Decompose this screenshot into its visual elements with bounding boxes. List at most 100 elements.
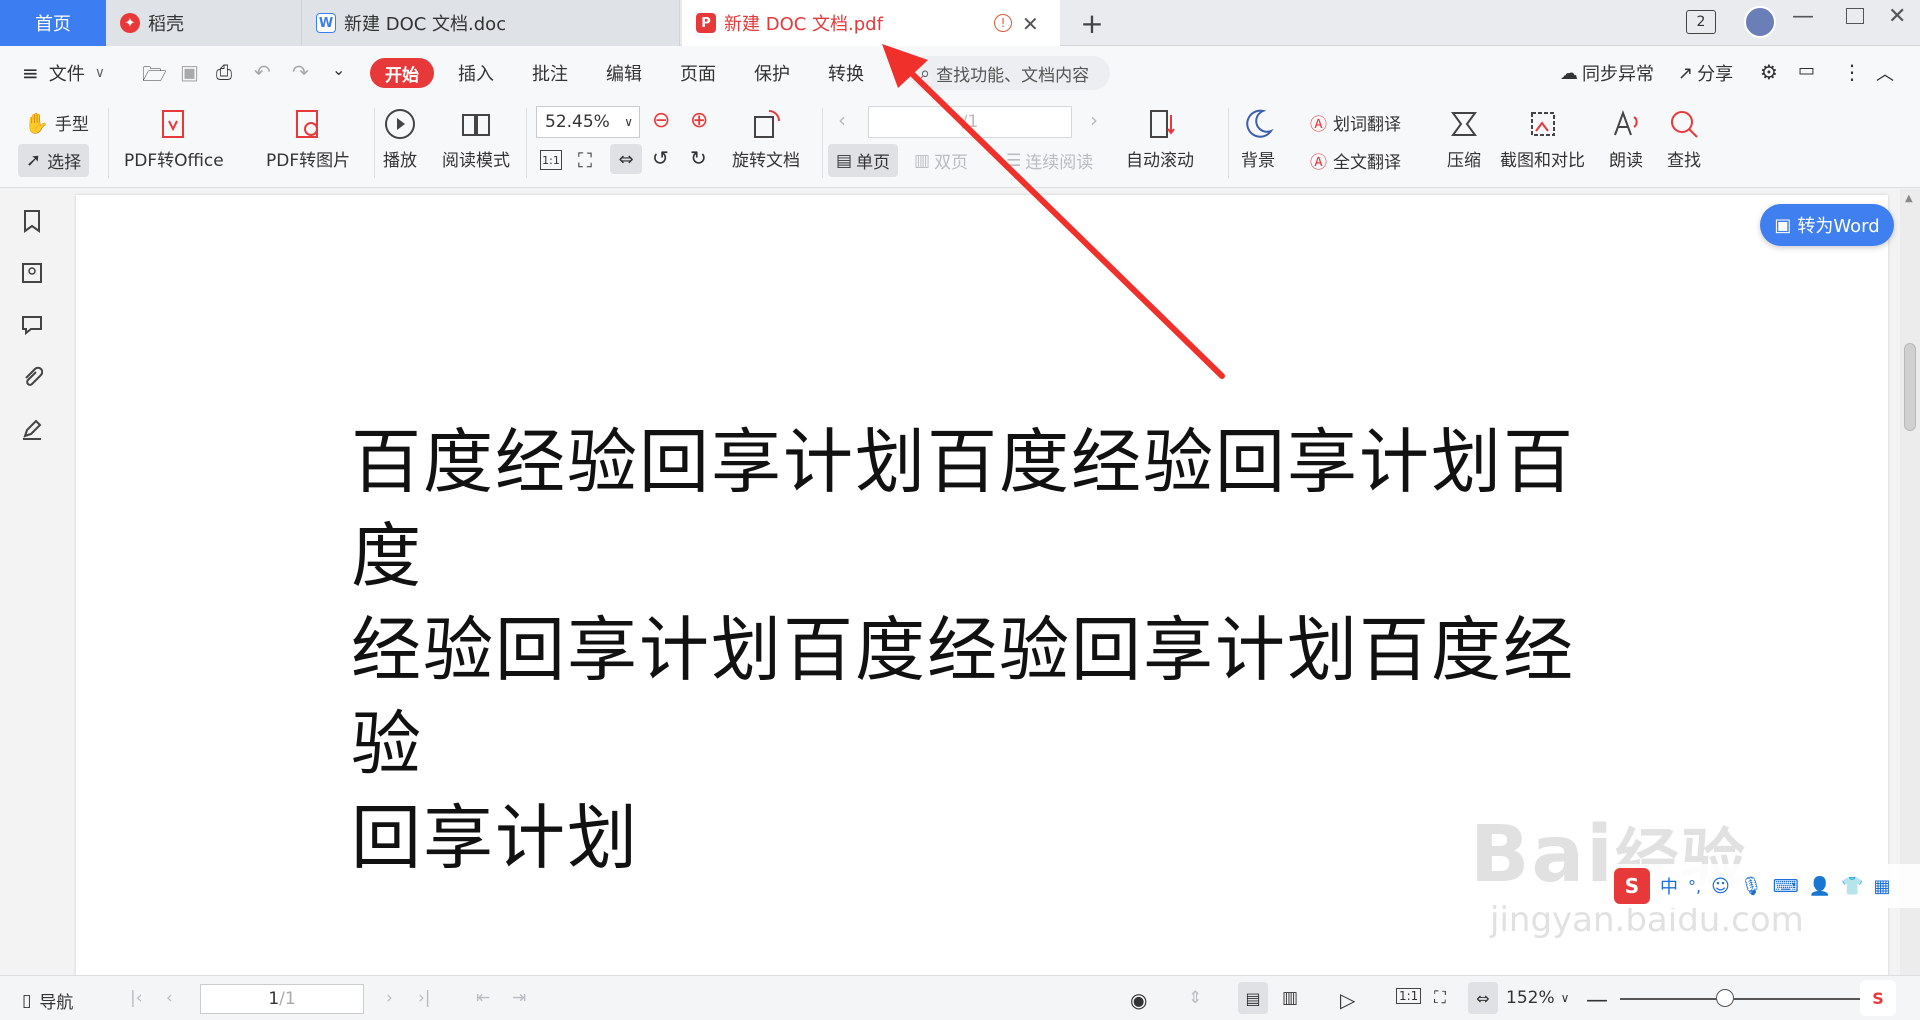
tab-home[interactable]: 首页 xyxy=(0,0,106,46)
tab-daoke[interactable]: ✦ 稻壳 xyxy=(106,0,302,46)
vertical-scrollbar[interactable]: ▲ xyxy=(1900,189,1920,975)
next-page-status-icon[interactable]: › xyxy=(386,988,393,1008)
share-button[interactable]: ↗ 分享 xyxy=(1678,60,1733,86)
rotate-right-icon[interactable]: ↻ xyxy=(690,146,707,170)
bookmark-icon[interactable] xyxy=(20,209,44,233)
last-page-icon[interactable]: ›| xyxy=(418,988,431,1008)
rotate-doc-button[interactable]: 旋转文档 xyxy=(732,106,800,171)
undo-icon[interactable]: ↶ xyxy=(254,60,271,84)
read-aloud-button[interactable]: 朗读 xyxy=(1608,106,1644,171)
tab-doc-file[interactable]: W 新建 DOC 文档.doc ! xyxy=(302,0,962,46)
open-folder-icon[interactable]: 🗁 xyxy=(142,60,167,94)
prev-page-icon[interactable]: ‹ xyxy=(838,108,846,132)
menu-tab-annotate[interactable]: 批注 xyxy=(532,60,568,86)
skin-icon[interactable]: 👕 xyxy=(1841,876,1863,897)
play-button[interactable]: 播放 xyxy=(382,106,418,171)
find-button[interactable]: 查找 xyxy=(1666,106,1702,171)
sync-status[interactable]: ☁ 同步异常 xyxy=(1560,60,1654,86)
rotate-left-icon[interactable]: ↺ xyxy=(652,146,669,170)
double-page-button[interactable]: ▥ 双页 xyxy=(914,148,968,174)
compress-button[interactable]: 压缩 xyxy=(1446,106,1482,171)
keyboard-icon[interactable]: ⌨ xyxy=(1773,876,1799,897)
save-icon[interactable]: ▣ xyxy=(180,60,199,84)
read-mode-button[interactable]: 阅读模式 xyxy=(442,106,510,171)
prev-page-status-icon[interactable]: ‹ xyxy=(166,988,173,1008)
gear-icon[interactable]: ⚙ xyxy=(1760,60,1778,84)
single-page-button[interactable]: ▤ 单页 xyxy=(828,144,899,177)
print-icon[interactable]: ⎙ xyxy=(216,60,232,84)
next-page-icon[interactable]: › xyxy=(1090,108,1098,132)
fit-page-icon[interactable]: ⛶ xyxy=(578,148,592,172)
tab-pdf-file[interactable]: P 新建 DOC 文档.pdf ! ✕ xyxy=(682,0,1060,46)
comment-list-icon[interactable] xyxy=(20,313,44,337)
menu-tab-convert[interactable]: 转换 xyxy=(828,60,864,86)
menu-tab-start[interactable]: 开始 xyxy=(370,58,434,88)
scroll-up-icon[interactable]: ▲ xyxy=(1905,193,1913,204)
continuous-read-button[interactable]: ☰ 连续阅读 xyxy=(1006,148,1093,174)
screenshot-compare-button[interactable]: 截图和对比 xyxy=(1500,106,1585,171)
fit-width-icon[interactable]: ⇔ xyxy=(610,144,642,174)
quick-access-dropdown-icon[interactable]: ⌄ xyxy=(332,60,345,79)
minimize-icon[interactable]: — xyxy=(1792,4,1814,29)
menu-tab-insert[interactable]: 插入 xyxy=(458,60,494,86)
hand-tool-button[interactable]: ✋ 手型 xyxy=(24,110,89,136)
full-screen-icon[interactable]: ⇕ xyxy=(1188,988,1202,1008)
sogou-icon[interactable]: S xyxy=(1614,868,1650,904)
redo-icon[interactable]: ↷ xyxy=(292,60,309,84)
pdf-to-image-button[interactable]: PDF转图片 xyxy=(266,106,350,171)
single-page-view-icon[interactable]: ▤ xyxy=(1238,982,1268,1014)
attachment-icon[interactable] xyxy=(20,365,44,389)
sogou-tray-icon[interactable]: S xyxy=(1860,980,1896,1016)
window-close-icon[interactable]: ✕ xyxy=(1888,4,1906,29)
fit-width-status-icon[interactable]: ⇔ xyxy=(1468,982,1498,1014)
background-button[interactable]: 背景 xyxy=(1240,106,1276,171)
page-number-input[interactable]: 1/1 xyxy=(200,984,364,1014)
back-icon[interactable]: ⇤ xyxy=(476,988,490,1008)
avatar[interactable] xyxy=(1744,6,1776,38)
thumbnail-icon[interactable] xyxy=(20,261,44,285)
function-search[interactable]: ⌕ 查找功能、文档内容 xyxy=(910,56,1110,90)
pdf-to-office-button[interactable]: PDF转Office xyxy=(124,106,224,171)
new-tab-button[interactable]: + xyxy=(1074,0,1110,46)
punctuation-icon[interactable]: °, xyxy=(1688,877,1701,896)
full-translate-button[interactable]: Ⓐ 全文翻译 xyxy=(1310,148,1401,173)
zoom-in-icon[interactable]: ⊕ xyxy=(690,108,708,133)
close-tab-icon[interactable]: ✕ xyxy=(1022,12,1039,36)
mic-icon[interactable]: 🎙 xyxy=(1740,876,1763,897)
actual-size-status-icon[interactable]: 1:1 xyxy=(1396,988,1422,1004)
signature-icon[interactable] xyxy=(20,417,44,441)
convert-to-word-button[interactable]: ▣ 转为Word xyxy=(1760,204,1894,246)
zoom-dropdown[interactable]: 152% ∨ xyxy=(1506,988,1569,1008)
grid-menu-icon[interactable]: ▦ xyxy=(1874,876,1891,897)
menu-tab-protect[interactable]: 保护 xyxy=(754,60,790,86)
ime-toolbar[interactable]: S 中 °, ☺ 🎙 ⌨ 👤 👕 ▦ xyxy=(1610,864,1920,908)
double-page-view-icon[interactable]: ▥ xyxy=(1282,988,1298,1008)
eye-protect-icon[interactable]: ◉ xyxy=(1130,988,1147,1012)
fit-page-status-icon[interactable]: ⛶ xyxy=(1434,988,1446,1008)
nav-pane-button[interactable]: ▯ 导航 xyxy=(22,988,73,1014)
window-count-icon[interactable]: 2 xyxy=(1686,10,1716,34)
zoom-slider[interactable] xyxy=(1620,998,1884,1000)
file-menu[interactable]: ≡ 文件 ∨ xyxy=(22,60,105,86)
emoji-icon[interactable]: ☺ xyxy=(1711,876,1730,897)
more-icon[interactable]: ⋮ xyxy=(1842,60,1862,84)
forward-icon[interactable]: ⇥ xyxy=(512,988,526,1008)
menu-tab-edit[interactable]: 编辑 xyxy=(606,60,642,86)
restore-icon[interactable] xyxy=(1846,8,1864,24)
zoom-out-status-icon[interactable]: — xyxy=(1586,988,1608,1013)
user-icon[interactable]: 👤 xyxy=(1809,876,1831,897)
comment-icon[interactable]: ▭ xyxy=(1798,60,1815,81)
page-nav-input[interactable]: /1 xyxy=(868,106,1072,138)
zoom-select[interactable]: 52.45% ∨ xyxy=(536,106,640,138)
auto-scroll-button[interactable]: 自动滚动 xyxy=(1126,106,1194,171)
collapse-ribbon-icon[interactable]: ︿ xyxy=(1876,60,1894,86)
select-tool-button[interactable]: ➚ 选择 xyxy=(18,144,90,177)
word-translate-button[interactable]: Ⓐ 划词翻译 xyxy=(1310,110,1401,135)
first-page-icon[interactable]: |‹ xyxy=(130,988,143,1008)
scroll-thumb[interactable] xyxy=(1904,343,1916,431)
zoom-out-icon[interactable]: ⊖ xyxy=(652,108,670,133)
play-status-icon[interactable]: ▷ xyxy=(1340,988,1355,1012)
actual-size-icon[interactable]: 1:1 xyxy=(540,150,562,170)
menu-tab-page[interactable]: 页面 xyxy=(680,60,716,86)
zoom-slider-handle[interactable] xyxy=(1716,989,1734,1007)
